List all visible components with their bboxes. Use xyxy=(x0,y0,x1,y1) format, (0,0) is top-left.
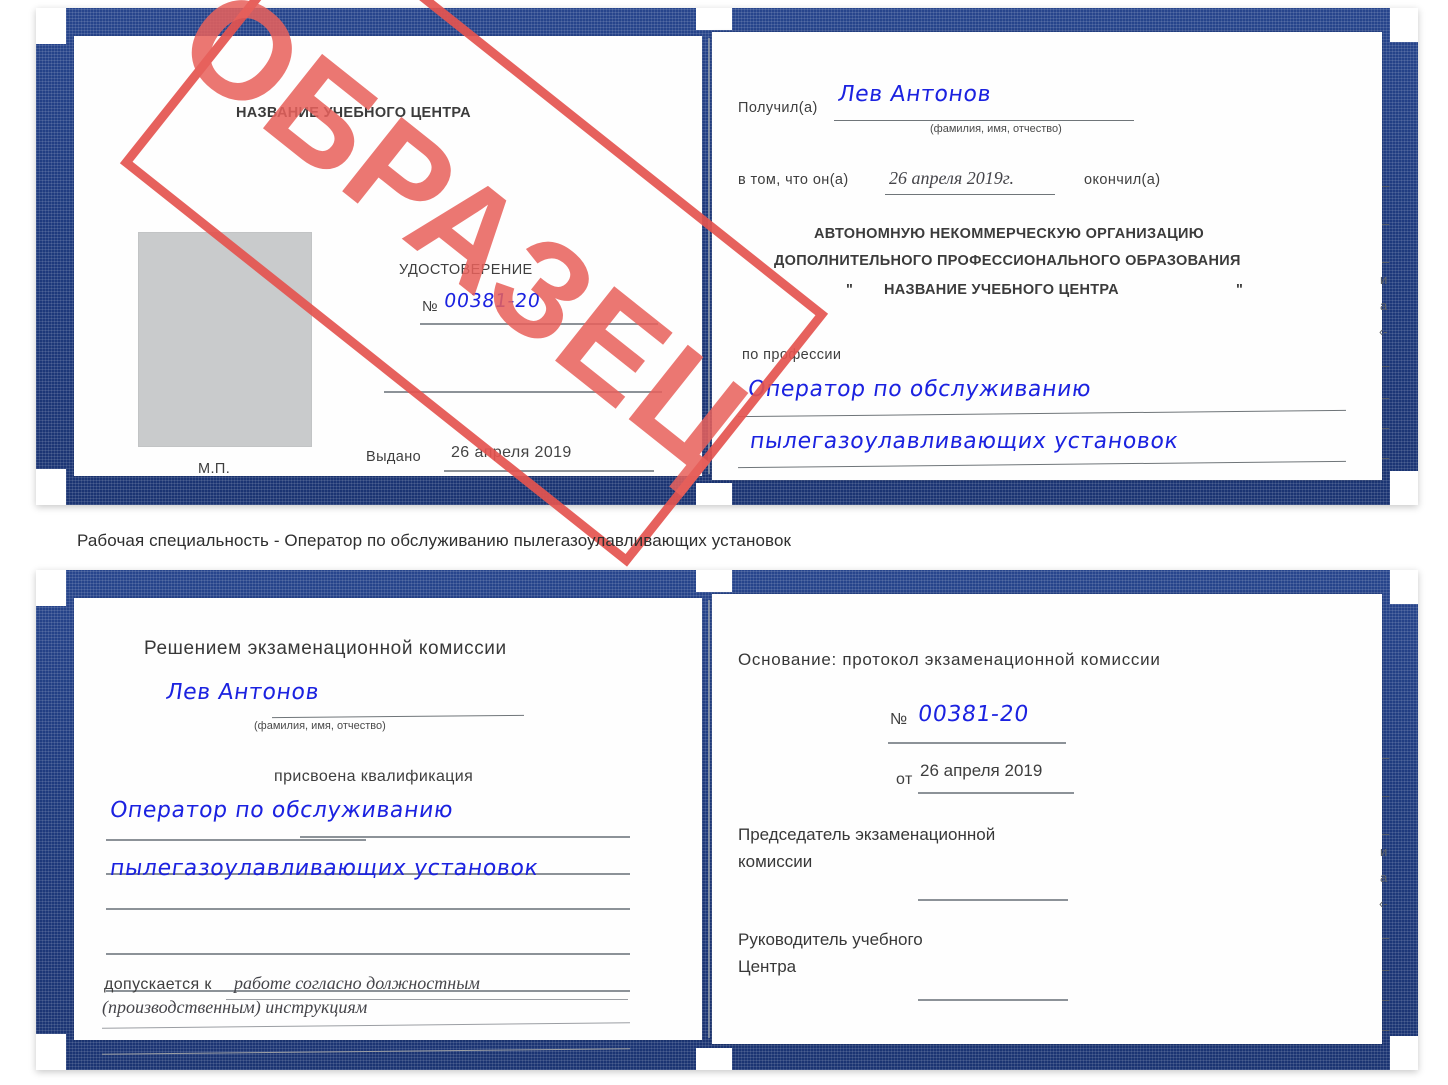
edge-fragment: – xyxy=(1382,390,1390,405)
front-left-issued-rule xyxy=(444,470,654,472)
back-left-rule-3 xyxy=(106,908,630,910)
back-left-allowed-label: допускается к xyxy=(104,976,212,993)
page-caption: Рабочая специальность - Оператор по обсл… xyxy=(77,531,792,550)
cover-notch-tl xyxy=(36,570,66,606)
back-left-allowed-line2: (производственным) инструкциям xyxy=(102,997,368,1017)
front-left-seal-label: М.П. xyxy=(198,461,231,477)
front-right-org-line3: НАЗВАНИЕ УЧЕБНОГО ЦЕНТРА xyxy=(884,282,1119,298)
back-left-name-value: Лев Антонов xyxy=(164,680,321,705)
front-right-that-value: 26 апреля 2019г. xyxy=(889,168,1015,188)
cover-notch-tr xyxy=(1390,8,1418,42)
front-left-number-value: 00381-20 xyxy=(442,290,542,312)
front-right-org-quote-open: " xyxy=(846,282,854,298)
back-right-date-rule xyxy=(918,792,1074,794)
front-right-profession-rule2 xyxy=(738,460,1346,469)
edge-fragment: – xyxy=(1382,962,1390,977)
cover-notch-top-spine xyxy=(696,570,732,592)
front-right-profession-line2: пылегазоулавливающих установок xyxy=(748,429,1181,454)
back-left-qualification-line2: пылегазоулавливающих установок xyxy=(108,856,541,881)
front-right-profession-line1: Оператор по обслуживанию xyxy=(746,377,1093,402)
front-right-profession-rule1 xyxy=(738,409,1346,418)
back-left-name-hint: (фамилия, имя, отчество) xyxy=(254,720,386,732)
edge-fragment: – xyxy=(1382,930,1390,945)
front-left-center-title: НАЗВАНИЕ УЧЕБНОГО ЦЕНТРА xyxy=(236,105,471,121)
back-left-name-rule xyxy=(271,714,525,719)
edge-fragment: ‹- xyxy=(1379,896,1388,911)
front-right-received-label: Получил(а) xyxy=(738,100,818,116)
back-spine-line xyxy=(708,600,710,1038)
back-right-basis-label: Основание: протокол экзаменационной коми… xyxy=(738,650,1161,669)
front-right-page: Получил(а) Лев Антонов (фамилия, имя, от… xyxy=(712,32,1382,480)
back-left-page: Решением экзаменационной комиссии Лев Ан… xyxy=(74,598,702,1056)
back-left-rule-4 xyxy=(106,953,630,955)
back-left-qualification-label: присвоена квалификация xyxy=(274,768,474,785)
front-right-finished-label: окончил(а) xyxy=(1084,172,1161,188)
back-left-rule-1b xyxy=(300,836,630,838)
front-left-number-label: № xyxy=(422,299,438,315)
back-left-qualification-line1: Оператор по обслуживанию xyxy=(108,798,455,823)
cover-notch-tl xyxy=(36,8,66,44)
front-right-received-value: Лев Антонов xyxy=(836,82,993,107)
cover-notch-br xyxy=(1390,1036,1418,1070)
front-left-page: НАЗВАНИЕ УЧЕБНОГО ЦЕНТРА УДОСТОВЕРЕНИЕ №… xyxy=(74,36,702,477)
edge-fragment: а xyxy=(1380,870,1388,885)
front-left-number-rule xyxy=(420,323,658,325)
edge-fragment: – xyxy=(1382,254,1390,269)
edge-fragment: – xyxy=(1382,992,1390,1007)
photo-placeholder xyxy=(138,232,312,447)
front-right-org-line2: ДОПОЛНИТЕЛЬНОГО ПРОФЕССИОНАЛЬНОГО ОБРАЗО… xyxy=(774,253,1241,269)
cover-notch-bottom-spine xyxy=(696,1048,732,1070)
edge-fragment: – xyxy=(1382,216,1390,231)
cover-notch-bottom-spine xyxy=(696,483,732,505)
front-right-that-label: в том, что он(а) xyxy=(738,172,849,188)
back-right-chairman-line2: комиссии xyxy=(738,852,813,871)
edge-fragment: а xyxy=(1380,298,1388,313)
edge-fragment: – xyxy=(1382,450,1390,465)
certificate-back-book: Решением экзаменационной комиссии Лев Ан… xyxy=(36,570,1418,1070)
back-right-chairman-sign-rule xyxy=(918,899,1068,901)
cover-notch-tr xyxy=(1390,570,1418,604)
edge-fragment: – xyxy=(1382,420,1390,435)
front-right-org-line1: АВТОНОМНУЮ НЕКОММЕРЧЕСКУЮ ОРГАНИЗАЦИЮ xyxy=(814,226,1205,242)
back-left-rule-1 xyxy=(106,839,366,841)
back-left-allowed-rule2 xyxy=(102,1022,630,1030)
edge-fragment: – xyxy=(1382,358,1390,373)
edge-fragment: – xyxy=(1382,178,1390,193)
cover-notch-top-spine xyxy=(696,8,732,30)
edge-fragment: и xyxy=(1380,844,1388,859)
back-right-number-value: 00381-20 xyxy=(916,702,1031,727)
back-right-head-sign-rule xyxy=(918,999,1068,1001)
edge-fragment: – xyxy=(1382,788,1390,803)
front-right-received-rule xyxy=(834,120,1134,122)
back-right-date-label: от xyxy=(896,771,913,788)
cover-notch-bl xyxy=(36,1034,66,1070)
front-left-issued-label: Выдано xyxy=(366,449,422,465)
back-right-page: Основание: протокол экзаменационной коми… xyxy=(712,594,1382,1044)
edge-fragment: – xyxy=(1382,750,1390,765)
front-spine-line xyxy=(708,38,710,474)
front-right-profession-label: по профессии xyxy=(742,347,842,363)
front-left-issued-value: 26 апреля 2019 xyxy=(451,444,572,461)
front-right-org-quote-close: " xyxy=(1236,282,1244,298)
back-left-allowed-line1: работе согласно должностным xyxy=(234,973,480,993)
back-right-chairman-line1: Председатель экзаменационной xyxy=(738,825,996,844)
cover-notch-br xyxy=(1390,471,1418,505)
back-right-date-value: 26 апреля 2019 xyxy=(920,761,1043,780)
front-right-received-hint: (фамилия, имя, отчество) xyxy=(930,123,1062,135)
back-right-number-label: № xyxy=(890,711,908,728)
edge-fragment: ‹- xyxy=(1379,324,1388,339)
edge-fragment: – xyxy=(1382,826,1390,841)
edge-fragment: и xyxy=(1380,272,1388,287)
back-right-head-line1: Руководитель учебного xyxy=(738,930,923,949)
certificate-front-book: НАЗВАНИЕ УЧЕБНОГО ЦЕНТРА УДОСТОВЕРЕНИЕ №… xyxy=(36,8,1418,505)
front-left-blank-rule xyxy=(384,391,662,393)
back-right-head-line2: Центра xyxy=(738,957,797,976)
front-right-that-rule xyxy=(885,194,1055,196)
back-right-number-rule xyxy=(888,742,1066,744)
front-left-doc-type: УДОСТОВЕРЕНИЕ xyxy=(399,262,533,278)
cover-notch-bl xyxy=(36,469,66,505)
edge-fragment: – xyxy=(1382,1022,1390,1037)
back-left-title: Решением экзаменационной комиссии xyxy=(144,638,507,659)
